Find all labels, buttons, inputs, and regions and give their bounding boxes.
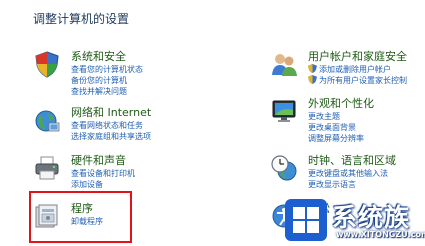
link-devices-printers[interactable]: 查看设备和打印机	[71, 168, 135, 179]
highlight-box	[29, 191, 132, 243]
users-icon[interactable]	[270, 50, 298, 78]
link-desktop-background[interactable]: 更改桌面背景	[308, 122, 374, 133]
link-label: 为所有用户设置家长控制	[319, 76, 407, 85]
watermark-brand: 系统族	[332, 203, 411, 232]
link-backup-computer[interactable]: 备份您的计算机	[71, 75, 143, 86]
link-label: 添加或删除用户帐户	[319, 65, 391, 74]
watermark: 系统族 www.XITONGZU.com	[284, 196, 425, 246]
link-change-theme[interactable]: 更改主题	[308, 111, 374, 122]
link-add-remove-accounts[interactable]: 添加或删除用户帐户	[308, 64, 407, 75]
clock-globe-icon[interactable]	[270, 154, 298, 182]
category-heading[interactable]: 硬件和声音	[71, 154, 135, 168]
category-heading[interactable]: 时钟、语言和区域	[308, 154, 396, 168]
link-parental-controls[interactable]: 为所有用户设置家长控制	[308, 75, 407, 86]
link-keyboard-input[interactable]: 更改键盘或其他输入法	[308, 168, 396, 179]
link-troubleshoot[interactable]: 查找并解决问题	[71, 86, 143, 97]
link-display-language[interactable]: 更改显示语言	[308, 179, 396, 190]
page-title: 调整计算机的设置	[33, 12, 130, 26]
shield-flag-icon[interactable]	[33, 50, 61, 78]
category-heading[interactable]: 外观和个性化	[308, 97, 374, 111]
printer-icon[interactable]	[33, 154, 61, 182]
category-heading[interactable]: 网络和 Internet	[71, 106, 151, 120]
link-view-computer-status[interactable]: 查看您的计算机状态	[71, 64, 143, 75]
link-add-device[interactable]: 添加设备	[71, 179, 135, 190]
link-homegroup-sharing[interactable]: 选择家庭组和共享选项	[71, 131, 151, 142]
watermark-url: www.XITONGZU.com	[336, 230, 425, 239]
link-network-status[interactable]: 查看网络状态和任务	[71, 120, 151, 131]
category-heading[interactable]: 用户帐户和家庭安全	[308, 50, 407, 64]
uac-shield-icon	[308, 75, 317, 84]
network-globe-icon[interactable]	[33, 106, 61, 134]
uac-shield-icon	[308, 64, 317, 73]
category-heading[interactable]: 系统和安全	[71, 50, 143, 64]
windows-logo-icon	[285, 199, 327, 241]
link-screen-resolution[interactable]: 调整屏幕分辨率	[308, 133, 374, 144]
appearance-icon[interactable]	[270, 97, 298, 125]
